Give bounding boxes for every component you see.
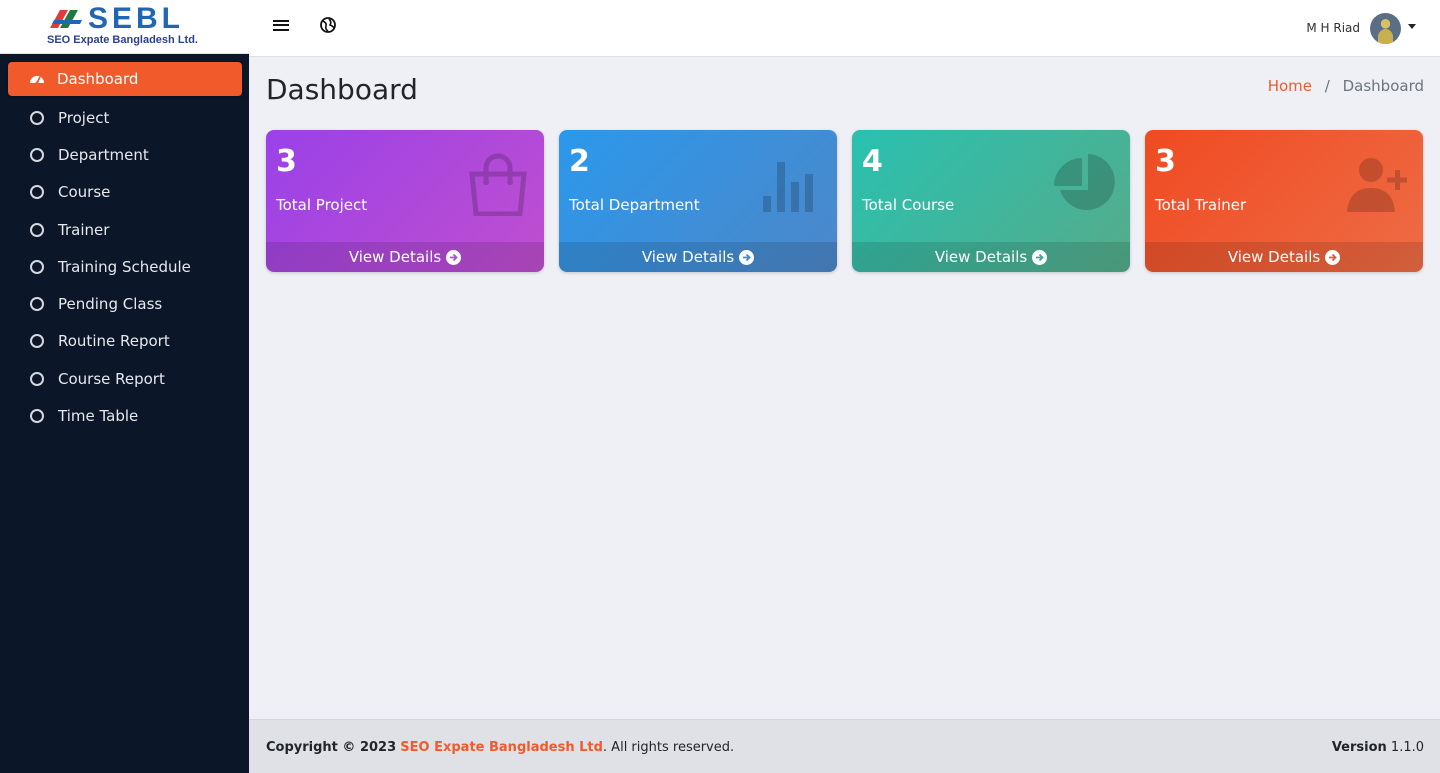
page-footer: Copyright © 2023 SEO Expate Bangladesh L… [249,719,1440,773]
sidebar-item-label: Time Table [58,407,139,426]
sidebar-item-label: Course Report [58,369,165,388]
circle-icon [30,371,44,386]
sidebar-item-label: Trainer [58,220,110,239]
circle-icon [30,409,44,424]
view-details-label: View Details [348,248,442,266]
speedometer-icon [30,76,44,85]
sidebar-item-trainer[interactable]: Trainer [8,211,242,248]
brand-logo-area[interactable]: SEBL SEO Expate Bangladesh Ltd. [0,0,249,54]
arrow-right-circle-icon [1325,249,1341,265]
stat-card-total-trainer: 3 Total Trainer View Details [1145,130,1423,272]
chevron-down-icon[interactable] [1408,23,1416,29]
arrow-right-circle-icon [739,249,755,265]
footer-company-link[interactable]: SEO Expate Bangladesh Ltd [400,740,603,755]
copyright-text: Copyright © 2023 [266,740,397,755]
stat-label: Total Course [862,196,955,214]
footer-copyright: Copyright © 2023 SEO Expate Bangladesh L… [266,740,734,755]
brand-company-name: SEO Expate Bangladesh Ltd. [47,34,198,46]
avatar[interactable] [1370,12,1401,44]
sidebar-item-routine-report[interactable]: Routine Report [8,323,242,360]
stat-count: 4 [862,144,883,179]
pie-chart-icon [1054,154,1115,210]
footer-version: Version 1.1.0 [1332,740,1424,755]
page-title: Dashboard [266,73,418,106]
brand-logo-text: SEBL [88,2,185,35]
breadcrumb-separator: / [1324,77,1330,95]
sidebar-item-label: Dashboard [57,70,139,88]
user-name: M H Riad [1306,21,1360,35]
arrow-right-circle-icon [446,249,462,265]
circle-icon [30,297,44,312]
sidebar-item-label: Pending Class [58,295,163,314]
sidebar-item-project[interactable]: Project [8,99,242,136]
sidebar-nav: Dashboard Project Department Course Trai… [0,54,249,435]
sidebar-item-label: Routine Report [58,332,170,351]
breadcrumb-home-link[interactable]: Home [1268,77,1312,95]
stat-label: Total Department [569,196,700,214]
breadcrumb: Home / Dashboard [1268,77,1424,95]
view-details-link[interactable]: View Details [852,242,1130,272]
circle-icon [30,259,44,274]
sidebar-item-training-schedule[interactable]: Training Schedule [8,248,242,285]
sidebar-item-label: Training Schedule [58,257,191,276]
circle-icon [30,185,44,200]
stat-count: 3 [1155,144,1176,179]
globe-icon[interactable] [319,16,337,34]
stat-card-total-project: 3 Total Project View Details [266,130,544,272]
circle-icon [30,222,44,237]
stat-card-total-course: 4 Total Course View Details [852,130,1130,272]
stat-count: 2 [569,144,590,179]
view-details-link[interactable]: View Details [559,242,837,272]
sidebar-item-label: Project [58,108,110,127]
version-label: Version [1331,740,1387,755]
view-details-label: View Details [1227,248,1321,266]
circle-icon [30,334,44,349]
shopping-bag-icon [469,153,527,216]
stat-label: Total Project [276,196,368,214]
sidebar-item-pending-class[interactable]: Pending Class [8,285,242,322]
view-details-link[interactable]: View Details [1145,242,1423,272]
breadcrumb-current: Dashboard [1342,77,1424,95]
top-navbar: M H Riad [249,0,1440,57]
view-details-link[interactable]: View Details [266,242,544,272]
hamburger-icon[interactable] [273,17,289,33]
sidebar-item-label: Course [58,183,111,202]
sidebar-item-label: Department [58,145,149,164]
stat-cards: 3 Total Project View Details 2 Total Dep… [266,130,1423,272]
footer-rights: . All rights reserved. [602,740,735,755]
sidebar-item-dashboard[interactable]: Dashboard [8,62,242,96]
user-menu[interactable]: M H Riad [1306,12,1416,44]
arrow-right-circle-icon [1032,249,1048,265]
brand-logo[interactable]: SEBL SEO Expate Bangladesh Ltd. [46,2,206,48]
sidebar: SEBL SEO Expate Bangladesh Ltd. Dashboar… [0,0,249,773]
sidebar-item-time-table[interactable]: Time Table [8,397,242,434]
view-details-label: View Details [934,248,1028,266]
version-value: 1.1.0 [1390,740,1424,755]
sidebar-item-course-report[interactable]: Course Report [8,360,242,397]
main-content: Dashboard Home / Dashboard 3 Total Proje… [249,57,1440,719]
view-details-label: View Details [641,248,735,266]
circle-icon [30,147,44,162]
stat-card-total-department: 2 Total Department View Details [559,130,837,272]
bar-chart-icon [763,162,813,212]
sidebar-item-course[interactable]: Course [8,174,242,211]
stat-count: 3 [276,144,297,179]
sidebar-item-department[interactable]: Department [8,136,242,173]
circle-icon [30,110,44,125]
stat-label: Total Trainer [1155,196,1247,214]
user-plus-icon [1347,158,1407,212]
